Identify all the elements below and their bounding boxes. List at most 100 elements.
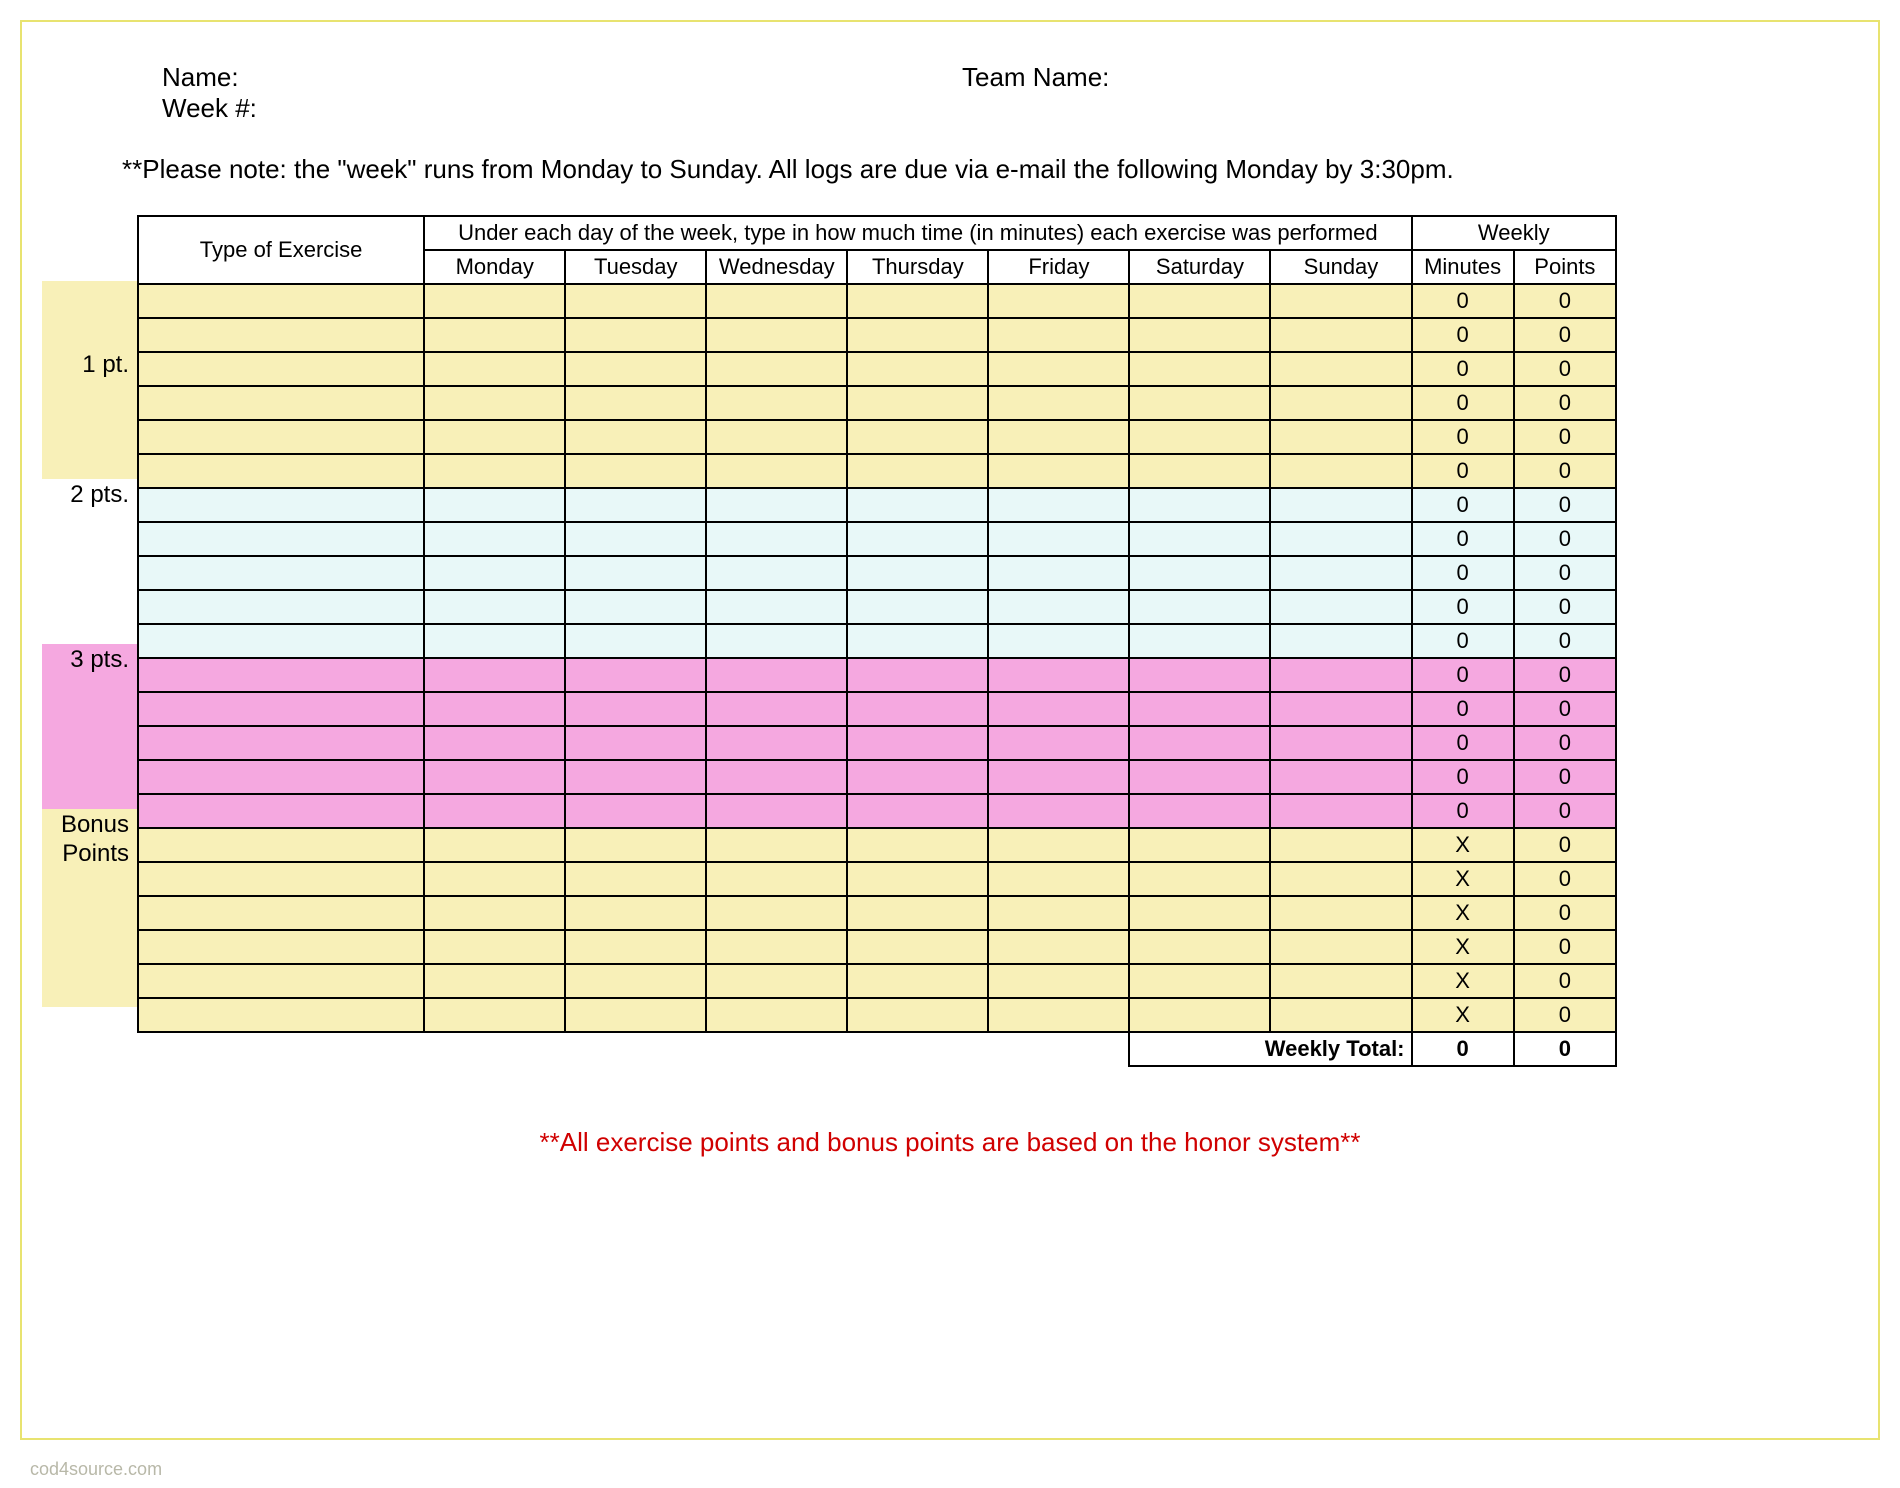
- exercise-cell[interactable]: [138, 556, 424, 590]
- day-cell[interactable]: [1129, 624, 1270, 658]
- exercise-cell[interactable]: [138, 658, 424, 692]
- day-cell[interactable]: [988, 420, 1129, 454]
- day-cell[interactable]: [424, 420, 565, 454]
- day-cell[interactable]: [847, 284, 988, 318]
- exercise-cell[interactable]: [138, 420, 424, 454]
- day-cell[interactable]: [847, 420, 988, 454]
- day-cell[interactable]: [1129, 998, 1270, 1032]
- day-cell[interactable]: [1129, 692, 1270, 726]
- exercise-cell[interactable]: [138, 760, 424, 794]
- day-cell[interactable]: [988, 998, 1129, 1032]
- day-cell[interactable]: [847, 964, 988, 998]
- exercise-cell[interactable]: [138, 794, 424, 828]
- day-cell[interactable]: [565, 352, 706, 386]
- day-cell[interactable]: [565, 862, 706, 896]
- day-cell[interactable]: [1129, 454, 1270, 488]
- day-cell[interactable]: [847, 386, 988, 420]
- day-cell[interactable]: [988, 760, 1129, 794]
- day-cell[interactable]: [565, 590, 706, 624]
- day-cell[interactable]: [706, 794, 847, 828]
- exercise-cell[interactable]: [138, 862, 424, 896]
- day-cell[interactable]: [988, 284, 1129, 318]
- day-cell[interactable]: [1270, 658, 1411, 692]
- day-cell[interactable]: [706, 488, 847, 522]
- day-cell[interactable]: [847, 624, 988, 658]
- day-cell[interactable]: [988, 352, 1129, 386]
- day-cell[interactable]: [424, 624, 565, 658]
- day-cell[interactable]: [1129, 964, 1270, 998]
- day-cell[interactable]: [565, 522, 706, 556]
- day-cell[interactable]: [706, 658, 847, 692]
- day-cell[interactable]: [565, 556, 706, 590]
- day-cell[interactable]: [706, 862, 847, 896]
- day-cell[interactable]: [1270, 284, 1411, 318]
- day-cell[interactable]: [565, 692, 706, 726]
- day-cell[interactable]: [706, 760, 847, 794]
- day-cell[interactable]: [1129, 658, 1270, 692]
- day-cell[interactable]: [1270, 998, 1411, 1032]
- day-cell[interactable]: [424, 760, 565, 794]
- day-cell[interactable]: [847, 794, 988, 828]
- exercise-cell[interactable]: [138, 964, 424, 998]
- day-cell[interactable]: [1129, 828, 1270, 862]
- day-cell[interactable]: [847, 522, 988, 556]
- day-cell[interactable]: [1270, 420, 1411, 454]
- day-cell[interactable]: [1129, 590, 1270, 624]
- day-cell[interactable]: [1270, 318, 1411, 352]
- exercise-cell[interactable]: [138, 624, 424, 658]
- day-cell[interactable]: [1270, 352, 1411, 386]
- day-cell[interactable]: [847, 692, 988, 726]
- exercise-cell[interactable]: [138, 896, 424, 930]
- day-cell[interactable]: [706, 590, 847, 624]
- day-cell[interactable]: [988, 386, 1129, 420]
- exercise-cell[interactable]: [138, 522, 424, 556]
- day-cell[interactable]: [1270, 794, 1411, 828]
- exercise-cell[interactable]: [138, 590, 424, 624]
- day-cell[interactable]: [847, 862, 988, 896]
- day-cell[interactable]: [1270, 964, 1411, 998]
- day-cell[interactable]: [1270, 930, 1411, 964]
- day-cell[interactable]: [988, 930, 1129, 964]
- exercise-cell[interactable]: [138, 998, 424, 1032]
- day-cell[interactable]: [1270, 624, 1411, 658]
- day-cell[interactable]: [1129, 930, 1270, 964]
- day-cell[interactable]: [1129, 794, 1270, 828]
- day-cell[interactable]: [1270, 896, 1411, 930]
- day-cell[interactable]: [1270, 454, 1411, 488]
- day-cell[interactable]: [988, 556, 1129, 590]
- day-cell[interactable]: [565, 794, 706, 828]
- exercise-cell[interactable]: [138, 386, 424, 420]
- day-cell[interactable]: [988, 522, 1129, 556]
- day-cell[interactable]: [988, 794, 1129, 828]
- exercise-cell[interactable]: [138, 930, 424, 964]
- exercise-cell[interactable]: [138, 692, 424, 726]
- day-cell[interactable]: [706, 896, 847, 930]
- day-cell[interactable]: [706, 284, 847, 318]
- day-cell[interactable]: [988, 692, 1129, 726]
- day-cell[interactable]: [565, 760, 706, 794]
- day-cell[interactable]: [565, 318, 706, 352]
- day-cell[interactable]: [847, 930, 988, 964]
- day-cell[interactable]: [424, 284, 565, 318]
- exercise-cell[interactable]: [138, 284, 424, 318]
- day-cell[interactable]: [1129, 522, 1270, 556]
- day-cell[interactable]: [706, 964, 847, 998]
- exercise-cell[interactable]: [138, 726, 424, 760]
- day-cell[interactable]: [988, 862, 1129, 896]
- day-cell[interactable]: [424, 658, 565, 692]
- day-cell[interactable]: [1129, 556, 1270, 590]
- day-cell[interactable]: [565, 726, 706, 760]
- day-cell[interactable]: [988, 590, 1129, 624]
- day-cell[interactable]: [847, 828, 988, 862]
- day-cell[interactable]: [565, 624, 706, 658]
- day-cell[interactable]: [424, 590, 565, 624]
- day-cell[interactable]: [424, 352, 565, 386]
- exercise-cell[interactable]: [138, 318, 424, 352]
- day-cell[interactable]: [1270, 692, 1411, 726]
- day-cell[interactable]: [424, 964, 565, 998]
- day-cell[interactable]: [706, 930, 847, 964]
- day-cell[interactable]: [424, 488, 565, 522]
- day-cell[interactable]: [988, 726, 1129, 760]
- day-cell[interactable]: [706, 454, 847, 488]
- day-cell[interactable]: [565, 658, 706, 692]
